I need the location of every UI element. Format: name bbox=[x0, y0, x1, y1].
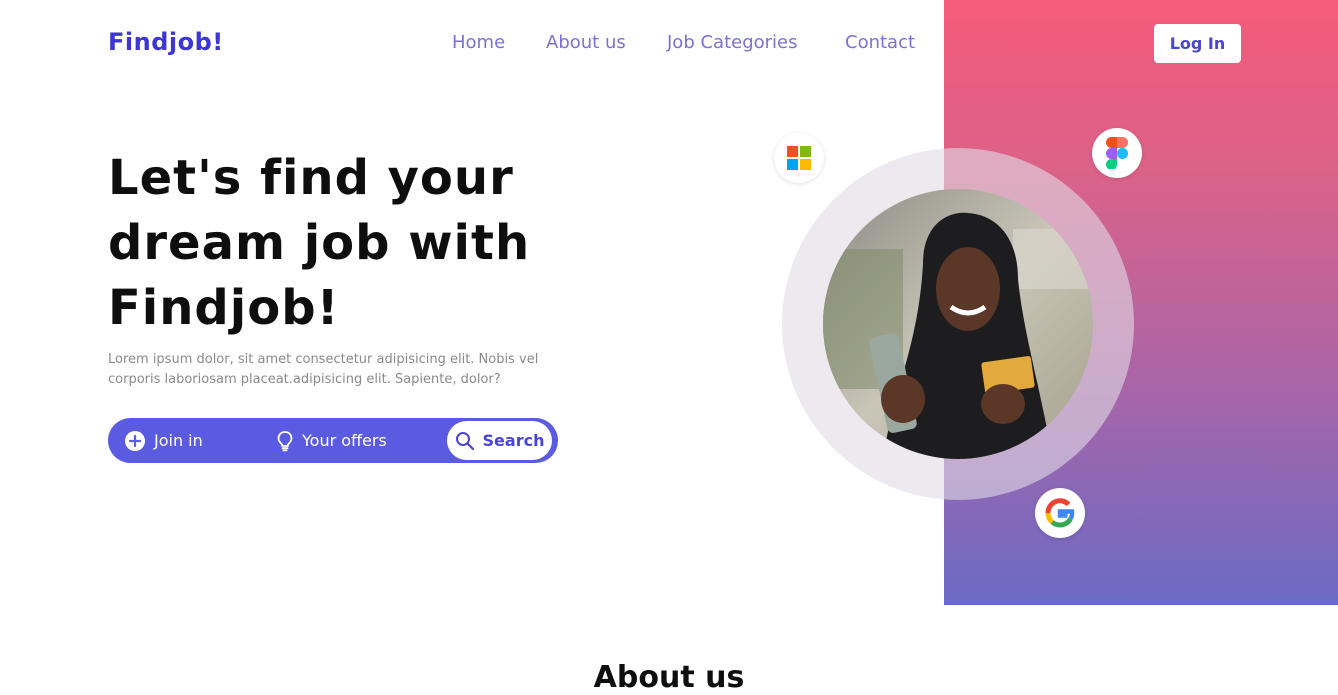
hero-action-bar: Join in Your offers Search bbox=[108, 418, 558, 463]
brand-logo[interactable]: Findjob! bbox=[108, 28, 224, 56]
nav-link-job-categories[interactable]: Job Categories bbox=[667, 32, 798, 53]
join-in-label: Join in bbox=[154, 431, 203, 450]
hero-title: Let's find your dream job with Findjob! bbox=[108, 150, 531, 336]
join-in-button[interactable]: Join in bbox=[124, 418, 203, 463]
search-icon bbox=[455, 431, 474, 450]
search-label: Search bbox=[482, 431, 545, 450]
figma-logo-icon bbox=[1092, 128, 1142, 178]
your-offers-label: Your offers bbox=[302, 431, 387, 450]
login-button[interactable]: Log In bbox=[1154, 24, 1241, 63]
nav-link-about[interactable]: About us bbox=[546, 32, 626, 53]
lightbulb-icon bbox=[277, 430, 293, 451]
nav-link-contact[interactable]: Contact bbox=[845, 32, 915, 53]
nav-link-home[interactable]: Home bbox=[452, 32, 505, 53]
plus-circle-icon bbox=[125, 430, 145, 451]
hero-description: Lorem ipsum dolor, sit amet consectetur … bbox=[108, 352, 539, 387]
hero-photo bbox=[823, 189, 1093, 459]
microsoft-logo-icon bbox=[774, 133, 824, 183]
search-button[interactable]: Search bbox=[447, 421, 552, 460]
google-logo-icon bbox=[1035, 488, 1085, 538]
your-offers-button[interactable]: Your offers bbox=[276, 418, 387, 463]
